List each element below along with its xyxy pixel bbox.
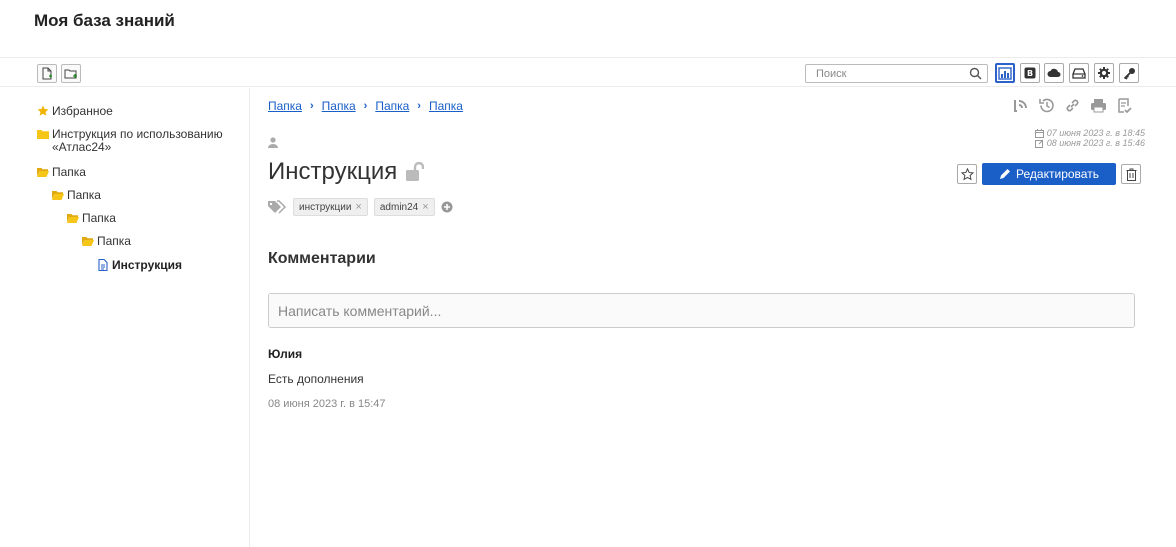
sidebar-item-label: Инструкция по использованию «Атлас24» xyxy=(52,127,223,154)
app-title: Моя база знаний xyxy=(34,11,175,30)
sidebar-item-label: Папка xyxy=(82,211,116,225)
breadcrumb: Папка › Папка › Папка › Папка xyxy=(268,99,463,113)
folder-open-icon xyxy=(82,237,94,246)
comment-author: Юлия xyxy=(268,347,303,361)
sidebar-item-label: Инструкция xyxy=(112,258,183,272)
blog-button[interactable]: B xyxy=(1020,63,1040,83)
checklist-button[interactable] xyxy=(1114,95,1134,115)
chevron-right-icon: › xyxy=(363,100,368,112)
chart-button[interactable] xyxy=(995,63,1015,83)
cloud-button[interactable] xyxy=(1044,63,1064,83)
gear-icon xyxy=(1098,67,1110,79)
favorite-button[interactable] xyxy=(957,164,977,184)
sidebar: Избранное Инструкция по использованию «А… xyxy=(0,88,250,547)
folder-plus-icon xyxy=(64,69,77,78)
drive-icon xyxy=(1072,67,1086,79)
svg-text:B: B xyxy=(1027,69,1033,78)
tags-row: инструкции × admin24 × xyxy=(267,198,453,216)
breadcrumb-link[interactable]: Папка xyxy=(429,99,463,113)
close-icon[interactable]: × xyxy=(355,201,361,213)
link-button[interactable] xyxy=(1062,95,1082,115)
star-outline-icon xyxy=(960,167,974,180)
sidebar-item-folder-1[interactable]: Папка xyxy=(37,166,86,179)
new-folder-button[interactable] xyxy=(61,64,81,83)
document-title: Инструкция xyxy=(268,158,425,186)
sidebar-item-atlas-guide[interactable]: Инструкция по использованию «Атлас24» xyxy=(37,128,242,154)
modified-date: 08 июня 2023 г. в 15:46 xyxy=(1034,138,1145,148)
tag-label: инструкции xyxy=(299,201,352,213)
edit-button[interactable]: Редактировать xyxy=(982,163,1116,185)
checklist-icon xyxy=(1117,97,1132,113)
comment-date: 08 июня 2023 г. в 15:47 xyxy=(268,398,386,410)
file-plus-icon xyxy=(42,67,52,80)
blog-icon: B xyxy=(1024,67,1036,79)
chart-icon xyxy=(998,66,1012,80)
comments-heading: Комментарии xyxy=(268,250,376,267)
search-input[interactable] xyxy=(806,65,956,82)
chevron-right-icon: › xyxy=(417,100,421,112)
document-actions xyxy=(1010,95,1134,115)
search-icon[interactable] xyxy=(969,67,982,80)
key-button[interactable] xyxy=(1119,63,1139,83)
delete-button[interactable] xyxy=(1121,164,1141,184)
sidebar-item-label: Избранное xyxy=(52,104,113,118)
comment-input[interactable] xyxy=(268,293,1135,328)
sidebar-item-label: Папка xyxy=(97,234,131,248)
link-icon xyxy=(1066,99,1078,111)
sidebar-item-folder-2[interactable]: Папка xyxy=(52,189,101,202)
calendar-icon xyxy=(1034,128,1044,138)
sidebar-item-label: Папка xyxy=(52,165,86,179)
user-icon xyxy=(268,137,278,148)
key-icon xyxy=(1123,67,1135,80)
trash-icon xyxy=(1126,168,1136,181)
folder-open-icon xyxy=(52,191,64,200)
history-button[interactable] xyxy=(1036,95,1056,115)
comment-text: Есть дополнения xyxy=(268,372,364,386)
document-icon xyxy=(98,259,108,271)
settings-button[interactable] xyxy=(1094,63,1114,83)
history-icon xyxy=(1038,98,1054,112)
cloud-icon xyxy=(1047,68,1061,77)
tag-label: admin24 xyxy=(379,201,419,213)
tag-chip[interactable]: admin24 × xyxy=(373,198,435,216)
folder-open-icon xyxy=(67,214,79,223)
unlock-icon[interactable] xyxy=(405,162,425,182)
pencil-icon xyxy=(1000,169,1011,179)
folder-icon xyxy=(37,130,49,139)
edit-button-label: Редактировать xyxy=(1016,167,1099,181)
tag-chip[interactable]: инструкции × xyxy=(293,198,368,216)
sidebar-item-folder-4[interactable]: Папка xyxy=(82,235,131,248)
drive-button[interactable] xyxy=(1069,63,1089,83)
sidebar-item-favorites[interactable]: Избранное xyxy=(37,105,113,118)
close-icon[interactable]: × xyxy=(422,201,428,213)
created-date: 07 июня 2023 г. в 18:45 xyxy=(1034,128,1145,138)
search-box xyxy=(805,64,988,83)
print-button[interactable] xyxy=(1088,95,1108,115)
rss-button[interactable] xyxy=(1010,95,1030,115)
toolbar: B xyxy=(0,57,1176,87)
new-document-button[interactable] xyxy=(37,64,57,83)
folder-open-icon xyxy=(37,168,49,177)
chevron-right-icon: › xyxy=(309,100,314,112)
breadcrumb-link[interactable]: Папка xyxy=(322,99,356,113)
tags-icon xyxy=(268,200,287,214)
edit-icon xyxy=(1034,139,1044,148)
breadcrumb-link[interactable]: Папка xyxy=(375,99,409,113)
document-dates: 07 июня 2023 г. в 18:45 08 июня 2023 г. … xyxy=(1034,128,1145,148)
print-icon xyxy=(1090,98,1106,112)
sidebar-item-label: Папка xyxy=(67,188,101,202)
sidebar-item-instruction[interactable]: Инструкция xyxy=(97,259,182,272)
add-tag-icon[interactable] xyxy=(441,201,453,213)
breadcrumb-link[interactable]: Папка xyxy=(268,99,302,113)
rss-icon xyxy=(1013,99,1027,112)
page-title: Инструкция xyxy=(268,158,398,185)
star-icon xyxy=(37,105,49,116)
sidebar-item-folder-3[interactable]: Папка xyxy=(67,212,116,225)
